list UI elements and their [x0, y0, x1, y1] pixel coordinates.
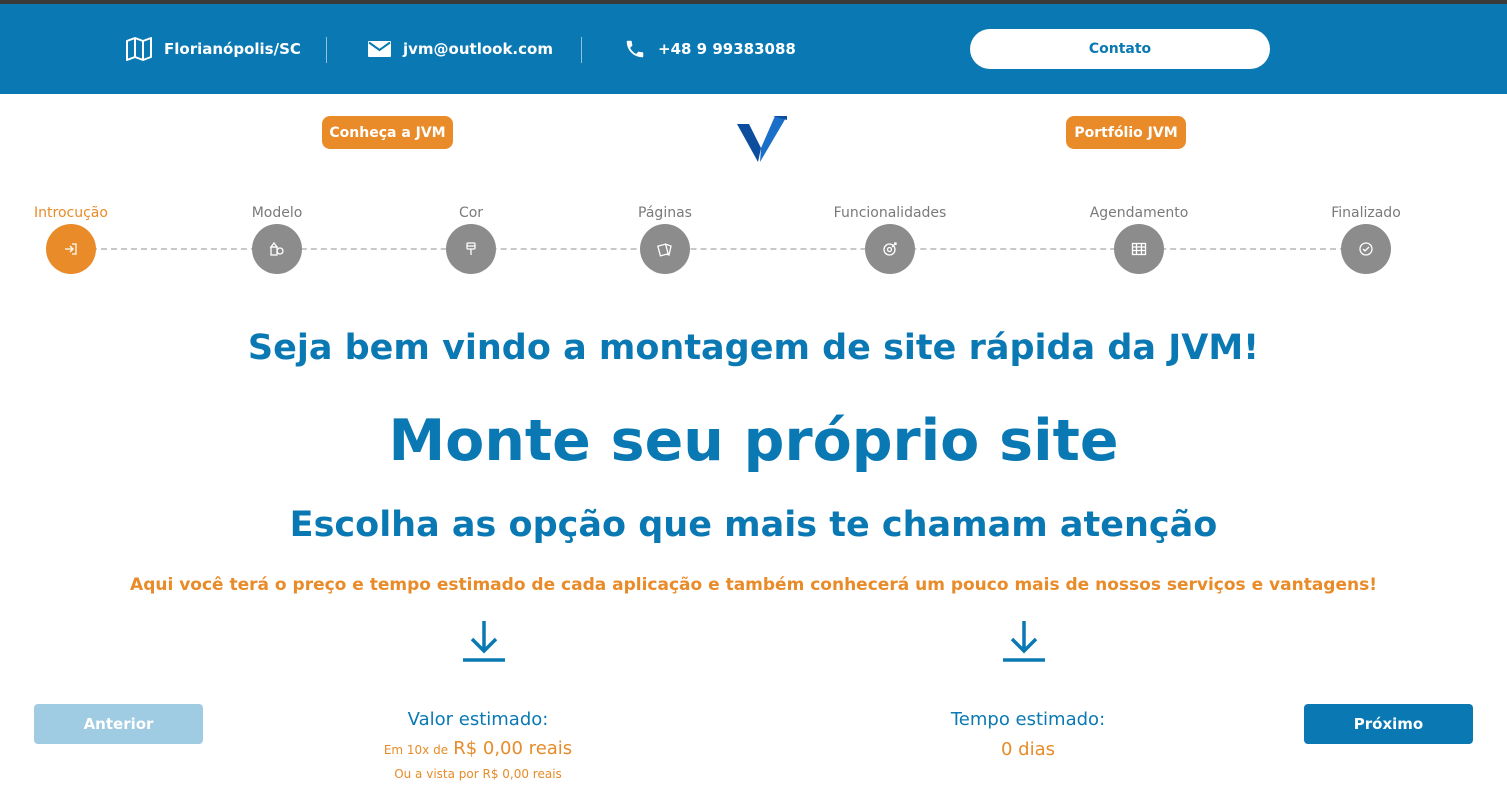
value-estimate-label: Valor estimado:	[407, 709, 549, 730]
about-jvm-button[interactable]: Conheça a JVM	[322, 116, 453, 149]
phone-text: +48 9 99383088	[658, 40, 796, 58]
step-label-introducao: Introcução	[34, 205, 108, 221]
time-estimate-value: 0 dias	[1000, 739, 1055, 760]
phone-info[interactable]: +48 9 99383088	[624, 4, 796, 94]
jvm-logo[interactable]	[735, 114, 787, 164]
sub-headline: Escolha as opção que mais te chamam aten…	[289, 505, 1218, 545]
contact-button[interactable]: Contato	[970, 29, 1270, 69]
email-text: jvm@outlook.com	[403, 40, 553, 58]
description-text: Aqui você terá o preço e tempo estimado …	[130, 575, 1377, 595]
step-funcionalidades[interactable]	[865, 224, 915, 274]
target-icon	[883, 242, 897, 256]
step-modelo[interactable]	[252, 224, 302, 274]
installment-value: Em 10x de R$ 0,00 reais	[328, 738, 628, 759]
check-circle-icon	[1359, 242, 1373, 256]
calendar-icon	[1131, 242, 1147, 256]
phone-icon	[626, 40, 644, 58]
location-info: Florianópolis/SC	[126, 4, 301, 94]
step-label-finalizado: Finalizado	[1331, 205, 1401, 221]
download-arrow-icon	[1003, 621, 1045, 662]
email-info[interactable]: jvm@outlook.com	[368, 4, 553, 94]
contact-bar: Florianópolis/SC jvm@outlook.com +48 9 9…	[0, 4, 1507, 94]
step-introducao[interactable]	[46, 224, 96, 274]
pages-icon	[657, 243, 672, 257]
welcome-heading: Seja bem vindo a montagem de site rápida…	[247, 328, 1260, 368]
cash-value: Ou a vista por R$ 0,00 reais	[394, 767, 562, 781]
download-arrow-icon	[463, 621, 505, 662]
map-icon	[126, 37, 152, 61]
step-finalizado[interactable]	[1341, 224, 1391, 274]
divider	[581, 37, 582, 63]
paint-brush-icon	[466, 242, 476, 255]
mail-icon	[368, 41, 391, 57]
time-estimate-label: Tempo estimado:	[950, 709, 1106, 730]
main-headline: Monte seu próprio site	[388, 408, 1119, 474]
previous-button[interactable]: Anterior	[34, 704, 203, 744]
login-icon	[65, 243, 77, 255]
next-button[interactable]: Próximo	[1304, 704, 1473, 744]
shapes-icon	[269, 241, 284, 256]
installment-amount: R$ 0,00 reais	[453, 738, 573, 759]
divider	[326, 37, 327, 63]
step-paginas[interactable]	[640, 224, 690, 274]
location-text: Florianópolis/SC	[164, 40, 301, 58]
step-label-cor: Cor	[458, 205, 484, 221]
step-label-agendamento: Agendamento	[1089, 205, 1189, 221]
step-cor[interactable]	[446, 224, 496, 274]
step-label-modelo: Modelo	[251, 205, 303, 221]
step-label-paginas: Páginas	[638, 205, 692, 221]
portfolio-jvm-button[interactable]: Portfólio JVM	[1066, 116, 1186, 149]
step-label-funcionalidades: Funcionalidades	[833, 205, 947, 221]
step-agendamento[interactable]	[1114, 224, 1164, 274]
installment-prefix: Em 10x de	[383, 743, 449, 757]
